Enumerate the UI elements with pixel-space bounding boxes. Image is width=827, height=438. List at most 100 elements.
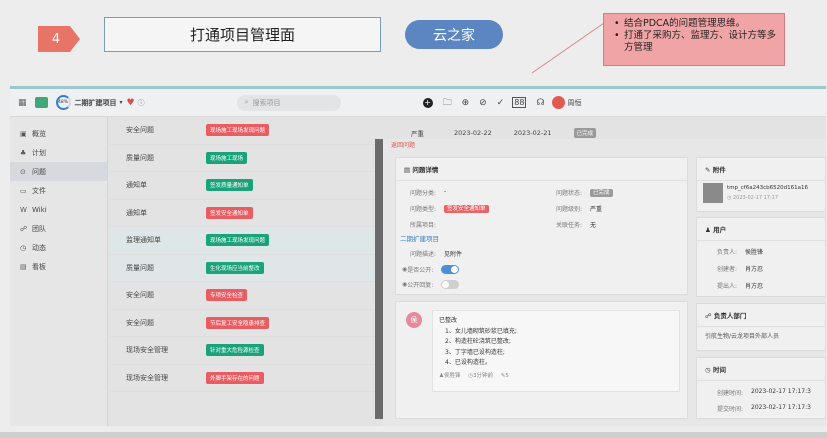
callout-note: 结合PDCA的问题管理思维。 打通了采购方、监理方、设计方等多方管理 bbox=[603, 13, 785, 66]
issue-name: 现场安全管理 bbox=[126, 373, 168, 382]
search-placeholder: 搜索项目 bbox=[252, 98, 281, 107]
public-toggle-row: ◉ 是否公开: bbox=[402, 265, 460, 274]
level-field: 问题级别: 严重 bbox=[556, 204, 602, 213]
sidebar-item-label: 计划 bbox=[32, 148, 46, 157]
comment-time: 3分钟前 bbox=[473, 372, 494, 379]
comment-panel: 侯 已整改 1、女儿墙砌筑砂浆已填充; 2、构造柱砼浇筑已整改; 3、丁字墙已设… bbox=[395, 301, 688, 419]
sidebar-item-issue[interactable]: ⊙ 问题 bbox=[10, 162, 107, 181]
search-icon: ⌕ bbox=[244, 98, 249, 106]
issue-name: 现场安全管理 bbox=[126, 346, 168, 355]
sidebar-item-files[interactable]: ▭ 文件 bbox=[10, 181, 107, 200]
table-row[interactable]: 现场安全管理 针对重大危险源检查 bbox=[110, 337, 380, 365]
issue-tag: 现场施工现场 bbox=[206, 151, 248, 164]
status-badge: 已完成 bbox=[590, 189, 613, 197]
end-date: 2023-02-21 bbox=[513, 129, 552, 137]
headset-icon[interactable]: ☊ bbox=[536, 98, 544, 108]
avatar[interactable] bbox=[552, 96, 566, 109]
issue-tag: 外脚手架存在的问题 bbox=[206, 371, 264, 384]
comment-line: 1、女儿墙砌筑砂浆已填充; bbox=[445, 327, 517, 335]
file-name[interactable]: tmp_cf6a243cb6520d161a16 bbox=[727, 185, 808, 191]
target-icon[interactable]: ⊕ bbox=[462, 98, 470, 108]
issue-detail-header: ▤ 问题详情 bbox=[396, 158, 687, 181]
sidebar: ▣ 概览 ♣ 计划 ⊙ 问题 ▭ 文件 W Wiki ☍ 团队 ◷ 动态 ▤ 看板 bbox=[10, 117, 108, 426]
dept-header: ☍ 负责人部门 bbox=[697, 304, 825, 327]
description-field: 问题描述: 见附件 bbox=[410, 249, 462, 258]
issue-name: 监理通知单 bbox=[126, 236, 161, 245]
table-row[interactable]: 安全问题 节后复工安全隐患排查 bbox=[110, 310, 380, 337]
issue-name: 安全问题 bbox=[126, 291, 154, 300]
table-row[interactable]: 安全问题 现场施工现场发现问题 bbox=[110, 117, 380, 145]
callout-connector bbox=[531, 22, 605, 74]
table-row[interactable]: 通知单 签发安全通知单 bbox=[110, 200, 380, 227]
step-number-arrow: 4 bbox=[38, 26, 80, 52]
brand-badge: 云之家 bbox=[405, 20, 503, 49]
activity-icon: ◷ bbox=[20, 243, 27, 252]
user-icon: ♟ bbox=[705, 226, 714, 234]
add-icon[interactable]: + bbox=[422, 97, 433, 108]
progress-ring: 48% bbox=[55, 95, 71, 110]
tag-icon[interactable]: ⊘ bbox=[479, 98, 487, 108]
reply-toggle[interactable] bbox=[441, 280, 460, 289]
user-name[interactable]: 周恒 bbox=[567, 98, 581, 108]
time-header: ◷ 时间 bbox=[697, 358, 825, 381]
info-icon[interactable]: ⓘ bbox=[138, 98, 145, 108]
table-row[interactable]: 质量问题 生化现场应当前整改 bbox=[110, 254, 380, 282]
sidebar-item-label: Wiki bbox=[32, 205, 47, 214]
table-row[interactable]: 安全问题 专项安全检查 bbox=[110, 282, 380, 310]
comment-count: 5 bbox=[505, 372, 509, 379]
table-row[interactable]: 质量问题 现场施工现场 bbox=[110, 145, 380, 172]
dept-panel: ☍ 负责人部门 引航生物/云龙项目外部人员 bbox=[696, 303, 826, 351]
issue-tag: 生化现场应当前整改 bbox=[206, 261, 264, 274]
project-name[interactable]: 二期扩建项目 bbox=[75, 98, 117, 108]
note-line-1: 结合PDCA的问题管理思维。 bbox=[614, 18, 778, 30]
apps-grid-icon[interactable]: ▦ bbox=[18, 98, 27, 108]
comment-line: 2、构造柱砼浇筑已整改; bbox=[445, 338, 511, 345]
public-toggle[interactable] bbox=[441, 265, 460, 274]
search-bar[interactable]: ⌕ 搜索项目 bbox=[236, 94, 341, 111]
back-link[interactable]: 返回问题 bbox=[391, 140, 415, 149]
sidebar-item-board[interactable]: ▤ 看板 bbox=[10, 257, 107, 276]
field-value: 侯胜锋 bbox=[745, 249, 764, 256]
issue-list: 安全问题 现场施工现场发现问题 质量问题 现场施工现场 通知单 签发质量通知单 通知单… bbox=[110, 117, 380, 426]
file-date-text: 2023-02-17 17:17 bbox=[732, 195, 779, 201]
project-logo-icon bbox=[34, 97, 48, 108]
sidebar-item-team[interactable]: ☍ 团队 bbox=[10, 219, 107, 238]
issue-name: 质量问题 bbox=[126, 263, 154, 272]
sidebar-item-wiki[interactable]: W Wiki bbox=[10, 200, 107, 219]
panel-title: 时间 bbox=[712, 366, 726, 374]
sidebar-item-activity[interactable]: ◷ 动态 bbox=[10, 238, 107, 257]
panel-title: 问题详情 bbox=[412, 166, 439, 174]
table-row[interactable]: 现场安全管理 外脚手架存在的问题 bbox=[110, 365, 380, 392]
comment-meta: ♟侯胜锋 ◷3分钟前 ✎5 bbox=[439, 371, 673, 382]
users-header: ♟ 用户 bbox=[697, 218, 825, 241]
table-row[interactable]: 监理通知单 现场施工现场发现问题 bbox=[110, 227, 380, 255]
field-label: 问题级别: bbox=[556, 206, 583, 213]
folder-icon[interactable]: 🗀 bbox=[443, 95, 452, 111]
panel-title: 用户 bbox=[713, 226, 727, 234]
calendar-icon[interactable]: 88 bbox=[512, 97, 527, 108]
type-badge: 签发安全通知单 bbox=[444, 205, 489, 213]
issue-tag: 现场施工现场发现问题 bbox=[206, 234, 270, 247]
sidebar-item-label: 文件 bbox=[32, 186, 46, 195]
table-row[interactable]: 通知单 签发质量通知单 bbox=[110, 172, 380, 200]
issue-tag: 节后复工安全隐患排查 bbox=[206, 316, 270, 329]
check-icon[interactable]: ✓ bbox=[497, 98, 505, 108]
heart-icon[interactable]: ♥ bbox=[127, 98, 135, 108]
issue-name: 安全问题 bbox=[126, 318, 154, 327]
attachments-header: ✎ 附件 bbox=[697, 158, 825, 181]
panel-divider[interactable] bbox=[375, 139, 383, 419]
comment-avatar: 侯 bbox=[406, 312, 422, 328]
sidebar-item-label: 动态 bbox=[32, 243, 46, 252]
issue-name: 安全问题 bbox=[126, 126, 154, 135]
sidebar-item-plan[interactable]: ♣ 计划 bbox=[10, 143, 107, 162]
time-panel: ◷ 时间 创建时间: 2023-02-17 17:17:3 提交时间: 2023-0… bbox=[696, 357, 826, 419]
comment-title: 已整改 bbox=[439, 317, 458, 324]
sidebar-item-overview[interactable]: ▣ 概览 bbox=[10, 124, 107, 143]
file-thumbnail[interactable] bbox=[703, 183, 723, 203]
issue-tag: 针对重大危险源检查 bbox=[206, 344, 264, 357]
issue-icon: ⊙ bbox=[20, 167, 26, 176]
field-value: 肖方忍 bbox=[745, 283, 764, 290]
project-section-label[interactable]: 二期扩建项目 bbox=[400, 233, 439, 243]
field-label: 所属项目: bbox=[410, 222, 437, 229]
chevron-down-icon[interactable]: ▾ bbox=[120, 99, 123, 106]
